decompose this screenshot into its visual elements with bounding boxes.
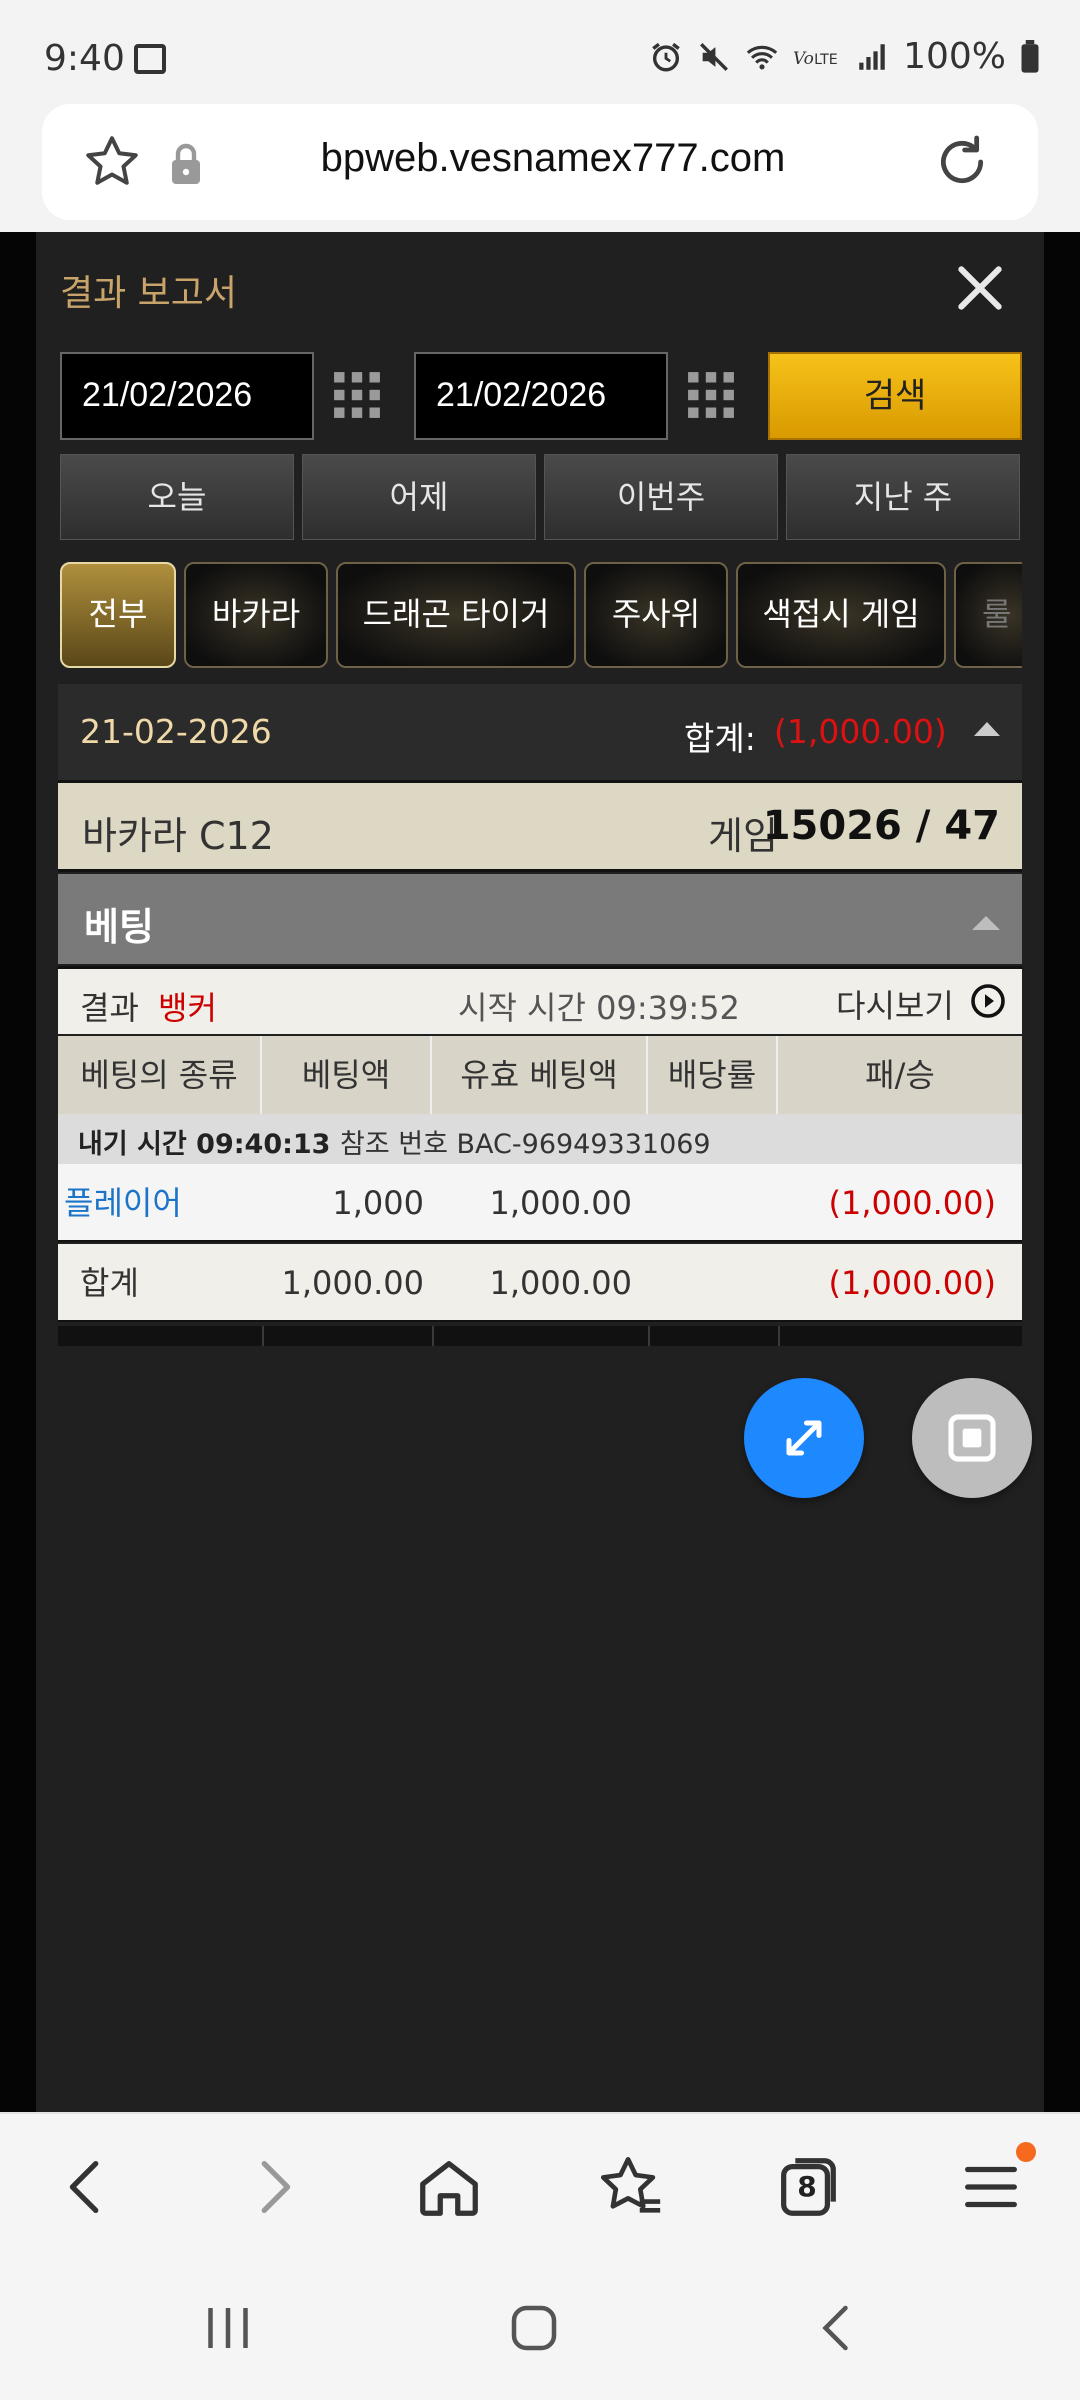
round-result-row: 결과 뱅커 시작 시간 09:39:52 다시보기 [58, 966, 1022, 1034]
system-navigation-bar [0, 2256, 1080, 2400]
home-system-icon[interactable] [504, 2298, 564, 2358]
day-total-value: (1,000.00) [774, 712, 947, 751]
range-this-week-button[interactable]: 이번주 [544, 454, 778, 540]
result-value: 뱅커 [158, 989, 217, 1027]
replay-link[interactable]: 다시보기 [836, 981, 954, 1027]
caret-up-icon[interactable] [974, 722, 1000, 736]
status-icons: Vo LTE 100% [649, 36, 1040, 77]
total-bet-amount: 1,000.00 [281, 1264, 425, 1302]
mute-icon [700, 42, 729, 71]
bookmarks-icon[interactable] [596, 2152, 666, 2222]
volte-icon: Vo LTE [793, 48, 838, 68]
tab-roulette[interactable]: 룰 [954, 562, 1022, 668]
expand-arrows-icon [786, 1420, 822, 1456]
table-footer-edge [58, 1326, 1022, 1346]
win-loss-value: (1,000.00) [828, 1184, 996, 1222]
calendar-grid-icon[interactable] [686, 370, 736, 420]
bet-time: 내기 시간 09:40:13 [78, 1129, 331, 1160]
betting-section-header[interactable]: 베팅 [58, 874, 1022, 964]
total-label: 합계 [80, 1264, 139, 1302]
address-bar[interactable]: bpweb.vesnamex777.com [42, 104, 1038, 220]
reference-number: 참조 번호 BAC-96949331069 [340, 1129, 711, 1160]
column-header-valid-bet: 유효 베팅액 [432, 1036, 648, 1114]
game-filter-tabs: 전부 바카라 드래곤 타이거 주사위 색접시 게임 룰 [60, 562, 1022, 672]
date-to-input[interactable]: 21/02/2026 [414, 352, 668, 440]
bet-table-header: 베팅의 종류 베팅액 유효 베팅액 배당률 패/승 [58, 1036, 1022, 1114]
tab-all[interactable]: 전부 [60, 562, 176, 668]
table-row: 플레이어 1,000 1,000.00 (1,000.00) [58, 1164, 1022, 1242]
calendar-grid-icon[interactable] [332, 370, 382, 420]
tab-dice[interactable]: 주사위 [584, 562, 728, 668]
bet-amount: 1,000 [332, 1184, 424, 1222]
menu-notification-dot [1016, 2142, 1036, 2162]
svg-text:LTE: LTE [814, 52, 838, 68]
web-page: 결과 보고서 21/02/2026 21/02/2026 검색 오늘 어제 이번… [0, 232, 1080, 2112]
forward-icon[interactable] [238, 2152, 308, 2222]
day-total-label: 합계: [684, 719, 756, 758]
result-report-panel: 결과 보고서 21/02/2026 21/02/2026 검색 오늘 어제 이번… [36, 232, 1044, 2112]
game-name: 바카라 C12 [82, 814, 274, 858]
column-header-bet-amount: 베팅액 [262, 1036, 432, 1114]
signal-icon [859, 43, 885, 70]
caret-up-icon[interactable] [972, 916, 1000, 930]
bookmark-star-icon[interactable] [82, 132, 142, 192]
tab-color-plate[interactable]: 색접시 게임 [736, 562, 946, 668]
result-label: 결과 [80, 989, 139, 1027]
day-summary-row[interactable]: 21-02-2026 합계: (1,000.00) [58, 684, 1022, 780]
date-from-input[interactable]: 21/02/2026 [60, 352, 314, 440]
tab-count: 8 [797, 2170, 817, 2203]
expand-fab-button[interactable] [744, 1378, 864, 1498]
panel-title: 결과 보고서 [60, 273, 238, 314]
home-icon[interactable] [414, 2152, 484, 2222]
game-summary-row: 바카라 C12 게임 15026 / 47 [58, 780, 1022, 872]
table-total-row: 합계 1,000.00 1,000.00 (1,000.00) [58, 1244, 1022, 1322]
range-today-button[interactable]: 오늘 [60, 454, 294, 540]
status-time: 9:40 [44, 38, 125, 79]
search-button[interactable]: 검색 [768, 352, 1022, 440]
column-header-odds: 배당률 [648, 1036, 778, 1114]
stop-fab-button[interactable] [912, 1378, 1032, 1498]
lock-icon [172, 143, 200, 184]
close-icon[interactable] [952, 260, 1008, 316]
day-date: 21-02-2026 [80, 712, 272, 751]
total-win-loss: (1,000.00) [828, 1264, 996, 1302]
odds [648, 1164, 778, 1242]
gallery-notification-icon [134, 44, 166, 74]
browser-bottom-toolbar: 8 [0, 2112, 1080, 2256]
start-time: 시작 시간 09:39:52 [458, 989, 740, 1027]
recent-apps-icon[interactable] [198, 2298, 258, 2358]
status-bar: 9:40 Vo LTE 100% [0, 0, 1080, 100]
bet-type-link[interactable]: 플레이어 [64, 1164, 260, 1242]
play-circle-icon[interactable] [970, 983, 1006, 1019]
valid-bet-amount: 1,000.00 [489, 1184, 633, 1222]
back-icon[interactable] [52, 2152, 122, 2222]
tabs-button[interactable]: 8 [772, 2152, 842, 2222]
url-text[interactable]: bpweb.vesnamex777.com [218, 136, 888, 181]
battery-percent: 100% [903, 36, 1006, 77]
column-header-win-loss: 패/승 [865, 1056, 935, 1094]
stop-square-icon [948, 1414, 996, 1462]
tab-dragon-tiger[interactable]: 드래곤 타이거 [336, 562, 576, 668]
reload-icon[interactable] [930, 130, 994, 194]
tab-baccarat[interactable]: 바카라 [184, 562, 328, 668]
column-header-bet-type: 베팅의 종류 [58, 1036, 262, 1114]
betting-title: 베팅 [84, 905, 154, 949]
game-number: 15026 / 47 [762, 803, 1000, 849]
bet-subheader: 내기 시간 09:40:13 참조 번호 BAC-96949331069 [58, 1114, 1022, 1164]
address-bar-area: bpweb.vesnamex777.com [0, 100, 1080, 232]
range-yesterday-button[interactable]: 어제 [302, 454, 536, 540]
range-last-week-button[interactable]: 지난 주 [786, 454, 1020, 540]
alarm-icon [652, 42, 680, 71]
menu-icon[interactable] [956, 2152, 1026, 2222]
total-valid-bet: 1,000.00 [489, 1264, 633, 1302]
back-system-icon[interactable] [808, 2298, 868, 2358]
wifi-icon [746, 45, 778, 69]
battery-icon [1021, 39, 1039, 73]
svg-text:Vo: Vo [793, 48, 814, 68]
